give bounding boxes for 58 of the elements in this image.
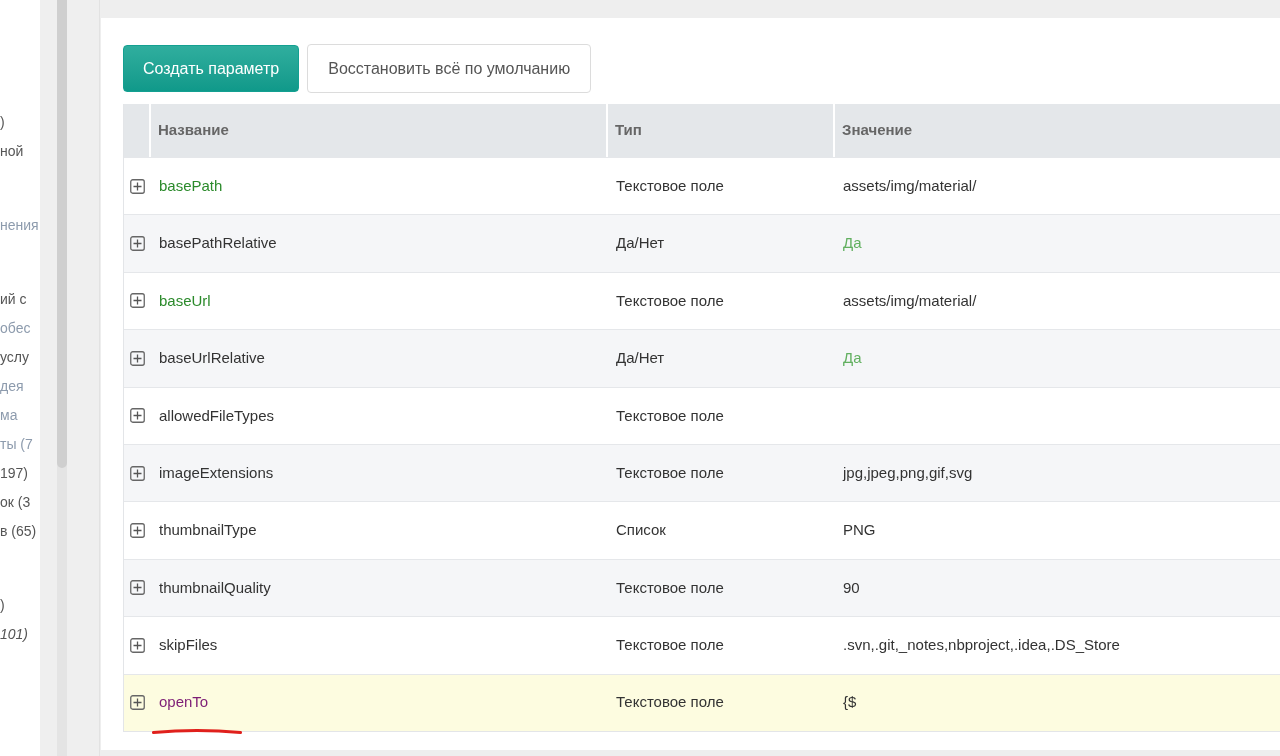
tree-item[interactable]: ) bbox=[0, 108, 40, 137]
tree-item[interactable]: 101) bbox=[0, 620, 40, 649]
table-row[interactable]: thumbnailQuality Текстовое поле 90 bbox=[124, 558, 1280, 617]
expand-icon[interactable] bbox=[130, 350, 145, 366]
parameter-type: Текстовое поле bbox=[616, 175, 724, 196]
tree-item[interactable]: в (65) bbox=[0, 517, 40, 546]
expand-icon[interactable] bbox=[130, 178, 145, 194]
parameter-type: Текстовое поле bbox=[616, 462, 724, 483]
tree-item[interactable]: 197) bbox=[0, 459, 40, 488]
parameter-name: baseUrlRelative bbox=[159, 348, 265, 369]
parameter-value: assets/img/material/ bbox=[843, 175, 977, 196]
table-row[interactable]: baseUrlRelative Да/Нет Да bbox=[124, 329, 1280, 387]
parameter-value: Да bbox=[843, 348, 862, 369]
parameter-name: skipFiles bbox=[159, 635, 218, 656]
parameter-type: Текстовое поле bbox=[616, 577, 724, 598]
table-row[interactable]: imageExtensions Текстовое поле jpg,jpeg,png,gif,svg bbox=[124, 443, 1280, 502]
parameter-value: PNG bbox=[843, 520, 876, 541]
parameter-value: .svn,.git,_notes,nbproject,.idea,.DS_Store bbox=[843, 635, 1120, 656]
tree-item[interactable]: ок (3 bbox=[0, 488, 40, 517]
parameter-name: baseUrl bbox=[159, 290, 211, 311]
parameter-value: assets/img/material/ bbox=[843, 290, 977, 311]
parameter-value: jpg,jpeg,png,gif,svg bbox=[843, 462, 973, 483]
expand-icon[interactable] bbox=[130, 523, 145, 539]
scrollbar-thumb[interactable] bbox=[57, 0, 67, 468]
parameter-type: Текстовое поле bbox=[616, 635, 724, 656]
tree-item[interactable]: ий с bbox=[0, 285, 40, 314]
expand-icon[interactable] bbox=[130, 695, 145, 711]
restore-defaults-button[interactable]: Восстановить всё по умолчанию bbox=[307, 44, 592, 93]
tree-item[interactable]: услу bbox=[0, 343, 40, 372]
parameter-type: Текстовое поле bbox=[616, 405, 724, 426]
parameter-type: Текстовое поле bbox=[616, 692, 724, 713]
parameter-type: Да/Нет bbox=[616, 348, 665, 369]
parameter-name: allowedFileTypes bbox=[159, 405, 275, 426]
column-header[interactable]: Значение bbox=[842, 119, 913, 142]
parameter-value: {$ bbox=[843, 692, 857, 713]
column-header[interactable]: Название bbox=[158, 119, 229, 142]
parameter-name: basePathRelative bbox=[159, 233, 277, 254]
expand-icon[interactable] bbox=[130, 465, 145, 481]
tree-item[interactable]: ) bbox=[0, 591, 40, 620]
parameter-type: Текстовое поле bbox=[616, 290, 724, 311]
parameter-type: Да/Нет bbox=[616, 233, 665, 254]
parameter-value: 90 bbox=[843, 577, 860, 598]
parameter-value: Да bbox=[843, 233, 862, 254]
expand-icon[interactable] bbox=[130, 408, 145, 424]
expand-icon[interactable] bbox=[130, 293, 145, 309]
parameter-name: basePath bbox=[159, 175, 223, 196]
parameter-name: imageExtensions bbox=[159, 462, 274, 483]
column-header[interactable]: Тип bbox=[615, 119, 642, 142]
expand-icon[interactable] bbox=[130, 637, 145, 653]
parameter-name: thumbnailQuality bbox=[159, 577, 271, 598]
parameter-type: Список bbox=[616, 520, 666, 541]
table-row[interactable]: basePathRelative Да/Нет Да bbox=[124, 214, 1280, 272]
parameter-name: thumbnailType bbox=[159, 520, 257, 541]
expand-icon[interactable] bbox=[130, 236, 145, 252]
expand-icon[interactable] bbox=[130, 580, 145, 596]
tree-item[interactable]: ной bbox=[0, 137, 40, 166]
parameter-name: openTo bbox=[159, 692, 209, 713]
table-row[interactable]: openTo Текстовое поле {$ bbox=[124, 673, 1280, 731]
